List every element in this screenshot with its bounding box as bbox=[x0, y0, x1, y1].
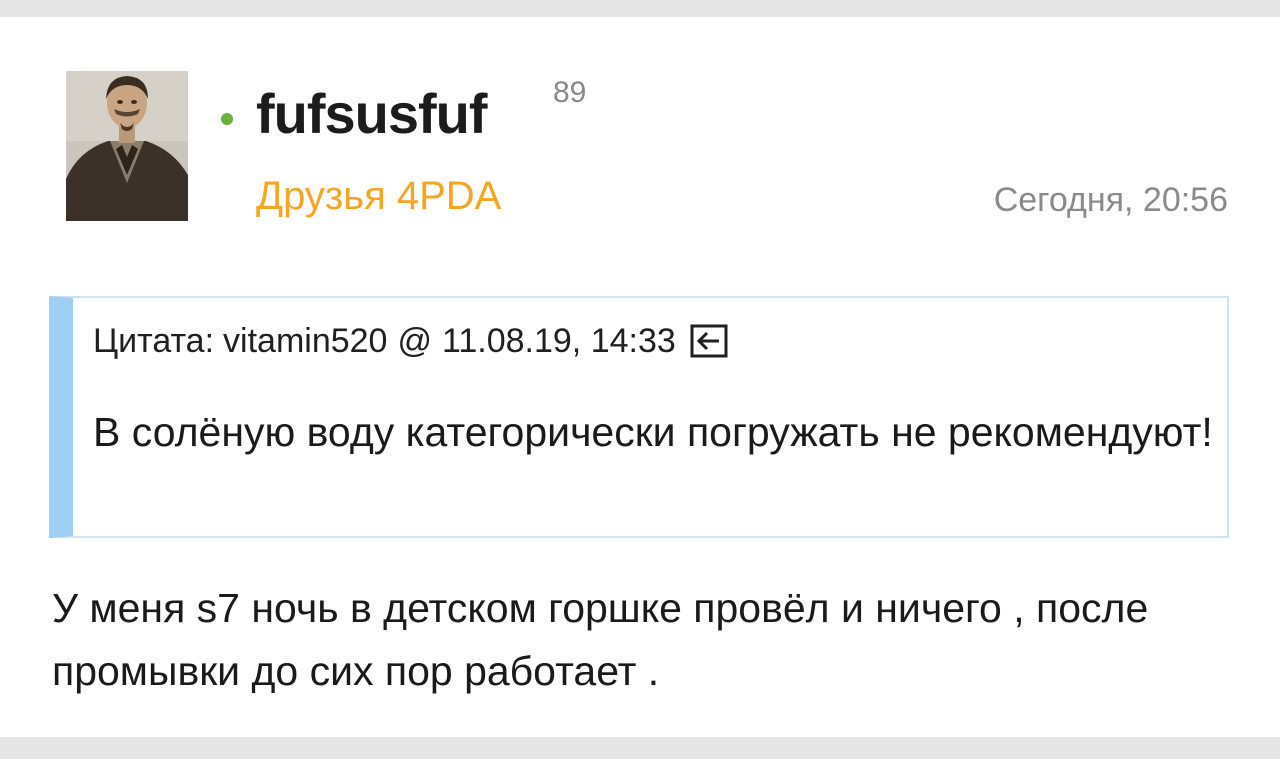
quote-block: Цитата: vitamin520 @ 11.08.19, 14:33 В с… bbox=[49, 296, 1229, 538]
forum-post-card: fufsusfuf 89 Друзья 4PDA Сегодня, 20:56 … bbox=[0, 17, 1280, 737]
quote-at-sign: @ bbox=[397, 322, 432, 360]
quote-text: В солёную воду категорически погружать н… bbox=[93, 409, 1213, 455]
author-name[interactable]: fufsusfuf bbox=[256, 79, 488, 149]
user-portrait-icon bbox=[66, 71, 188, 221]
quote-datetime: 11.08.19, 14:33 bbox=[441, 322, 676, 360]
author-group: Друзья 4PDA bbox=[256, 174, 502, 218]
arrow-left-box-icon[interactable] bbox=[690, 324, 728, 358]
reputation-count[interactable]: 89 bbox=[553, 77, 586, 109]
avatar[interactable] bbox=[66, 71, 188, 221]
quote-label: Цитата: bbox=[93, 322, 215, 360]
quote-header: Цитата: vitamin520 @ 11.08.19, 14:33 bbox=[93, 321, 728, 361]
quote-author[interactable]: vitamin520 bbox=[223, 321, 387, 361]
post-body: У меня s7 ночь в детском горшке провёл и… bbox=[52, 585, 1149, 694]
post-date: Сегодня, 20:56 bbox=[993, 181, 1228, 219]
online-status-dot bbox=[221, 113, 233, 125]
